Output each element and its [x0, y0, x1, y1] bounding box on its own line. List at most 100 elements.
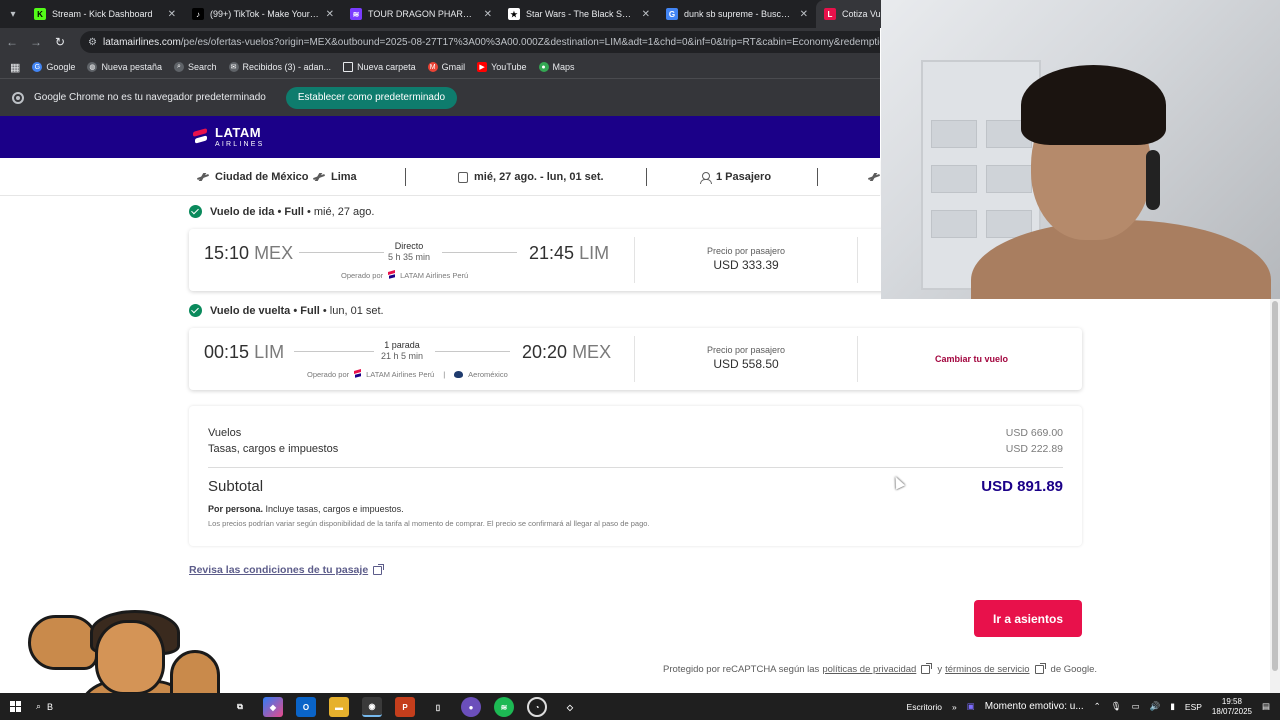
- plane-icon: [868, 173, 880, 181]
- subtotal-row: Subtotal USD 891.89: [208, 478, 1063, 495]
- microphone-icon[interactable]: 🎙: [1111, 701, 1122, 712]
- battery-icon[interactable]: ▮: [1170, 701, 1175, 712]
- recaptcha-prefix: Protegido por reCAPTCHA según las: [663, 664, 820, 675]
- tab-search-chevron-icon[interactable]: ▾: [0, 0, 26, 28]
- copilot-icon[interactable]: ◆: [263, 697, 283, 717]
- chrome-taskbar-icon[interactable]: ◉: [362, 697, 382, 717]
- fare-conditions-link[interactable]: Revisa las condiciones de tu pasaje: [189, 563, 385, 576]
- return-fare: • Full: [293, 304, 320, 317]
- edit-search-field[interactable]: [868, 158, 880, 196]
- notification-icon[interactable]: ▤: [1262, 701, 1270, 712]
- taxes-amount: USD 222.89: [1005, 443, 1063, 455]
- reload-icon[interactable]: ↻: [48, 28, 72, 56]
- latam-logo[interactable]: LATAM AIRLINES: [193, 126, 265, 148]
- bookmark-gmail[interactable]: M Gmail: [427, 62, 466, 72]
- route-line: [435, 351, 510, 352]
- dep-time: 15:10: [204, 243, 250, 263]
- headset-mic: [1146, 150, 1160, 210]
- clock[interactable]: 19:58 18/07/2025: [1212, 697, 1252, 715]
- departure-time: 15:10 MEX: [204, 243, 293, 264]
- gmail-icon: M: [427, 62, 438, 72]
- outbound-fare: • Full: [277, 205, 304, 218]
- set-default-button[interactable]: Establecer como predeterminado: [285, 86, 458, 109]
- github-icon[interactable]: ◔: [527, 697, 547, 717]
- desktop-label[interactable]: Escritorio: [907, 702, 942, 712]
- close-icon[interactable]: ✕: [484, 9, 492, 20]
- address-bar[interactable]: ⚙ latamairlines.com /pe/es/ofertas-vuelo…: [80, 31, 880, 53]
- close-icon[interactable]: ✕: [326, 9, 334, 20]
- language-indicator[interactable]: ESP: [1185, 702, 1202, 712]
- divider: [857, 237, 858, 283]
- arr-time: 21:45: [529, 243, 575, 263]
- return-price: Precio por pasajero USD 558.50: [686, 345, 806, 371]
- site-info-icon[interactable]: ⚙: [88, 37, 97, 48]
- obs-icon[interactable]: ●: [461, 697, 481, 717]
- logo-sub-text: AIRLINES: [215, 141, 265, 148]
- globe-icon: ◍: [87, 62, 98, 72]
- origin-field[interactable]: Ciudad de México: [197, 158, 309, 196]
- browser-toolbar: ← → ↻ ⚙ latamairlines.com /pe/es/ofertas…: [0, 28, 880, 56]
- passengers-field[interactable]: 1 Pasajero: [700, 158, 771, 196]
- operated-by: Operado por LATAM Airlines Perú: [341, 271, 468, 280]
- bookmark-maps[interactable]: ● Maps: [538, 62, 575, 72]
- close-icon[interactable]: ✕: [168, 9, 176, 20]
- outbound-title: Vuelo de ida: [210, 205, 275, 218]
- operator-name: LATAM Airlines Perú: [366, 370, 435, 379]
- close-icon[interactable]: ✕: [642, 9, 650, 20]
- tab-kick[interactable]: K Stream - Kick Dashboard ✕: [26, 0, 184, 28]
- taskbar-search[interactable]: ⌕ B: [36, 697, 53, 716]
- destination-field[interactable]: Lima: [313, 158, 357, 196]
- bookmark-youtube[interactable]: ▶ YouTube: [477, 62, 527, 72]
- landing-plane-icon: [313, 173, 325, 181]
- arrival-time: 20:20 MEX: [522, 342, 611, 363]
- streamer-hair: [1021, 65, 1166, 145]
- apps-grid-icon[interactable]: ▦: [10, 61, 20, 74]
- search-icon: ⌕: [173, 62, 184, 72]
- windows-logo-icon: [9, 701, 21, 712]
- bookmark-new-tab[interactable]: ◍ Nueva pestaña: [87, 62, 162, 72]
- check-circle-icon: [189, 304, 202, 317]
- tab-star-wars[interactable]: ★ Star Wars - The Black Series - C ✕: [500, 0, 658, 28]
- tab-tiktok[interactable]: ♪ (99+) TikTok - Make Your Day ✕: [184, 0, 342, 28]
- bookmark-search[interactable]: ⌕ Search: [173, 62, 217, 72]
- shoe-box: [931, 120, 977, 148]
- bookmark-label: Gmail: [441, 62, 466, 72]
- bookmark-label: YouTube: [491, 62, 527, 72]
- outlook-icon[interactable]: O: [296, 697, 316, 717]
- app-icon[interactable]: ◇: [560, 697, 580, 717]
- file-explorer-icon[interactable]: ▬: [329, 697, 349, 717]
- bookmark-inbox[interactable]: ✉ Recibidos (3) - adan...: [228, 62, 331, 72]
- terms-of-service-link[interactable]: términos de servicio: [945, 664, 1029, 675]
- network-icon[interactable]: ▭: [1132, 701, 1140, 712]
- calendar-icon: [458, 171, 468, 183]
- youtube-icon: ▶: [477, 62, 488, 72]
- dates-field[interactable]: mié, 27 ago. - lun, 01 set.: [458, 158, 604, 196]
- volume-icon[interactable]: 🔊: [1150, 701, 1161, 712]
- taxes-label: Tasas, cargos e impuestos: [208, 443, 339, 455]
- task-view-icon[interactable]: ⧉: [230, 697, 250, 717]
- powerpoint-icon[interactable]: P: [395, 697, 415, 717]
- bookmark-folder[interactable]: Nueva carpeta: [343, 62, 416, 72]
- go-to-seats-button[interactable]: Ir a asientos: [974, 600, 1082, 637]
- tab-dragon-pharma[interactable]: ≋ TOUR DRAGON PHARMA | Join ✕: [342, 0, 500, 28]
- tab-google-search[interactable]: G dunk sb supreme - Buscar con ✕: [658, 0, 816, 28]
- windows-start-button[interactable]: [0, 693, 30, 720]
- external-link-icon: [1034, 663, 1046, 674]
- chevron-right-icon[interactable]: »: [952, 702, 957, 712]
- media-title[interactable]: Momento emotivo: u...: [985, 701, 1084, 712]
- system-tray: Escritorio » ▣ Momento emotivo: u... ⌃ 🎙…: [907, 693, 1280, 720]
- bookmark-google[interactable]: G Google: [32, 62, 75, 72]
- scrollbar-thumb[interactable]: [1272, 301, 1278, 671]
- change-flight-link[interactable]: Cambiar tu vuelo: [935, 354, 1008, 364]
- back-arrow-icon[interactable]: ←: [0, 28, 24, 56]
- notepad-icon[interactable]: ▯: [428, 697, 448, 717]
- spotify-icon[interactable]: ≋: [494, 697, 514, 717]
- recaptcha-suffix: de Google.: [1050, 664, 1098, 675]
- logo-main-text: LATAM: [215, 125, 262, 140]
- forward-arrow-icon[interactable]: →: [24, 28, 48, 56]
- chevron-up-icon[interactable]: ⌃: [1094, 701, 1101, 712]
- flights-amount: USD 669.00: [1005, 427, 1063, 439]
- close-icon[interactable]: ✕: [800, 9, 808, 20]
- divider: [634, 336, 635, 382]
- privacy-policy-link[interactable]: políticas de privacidad: [822, 664, 916, 675]
